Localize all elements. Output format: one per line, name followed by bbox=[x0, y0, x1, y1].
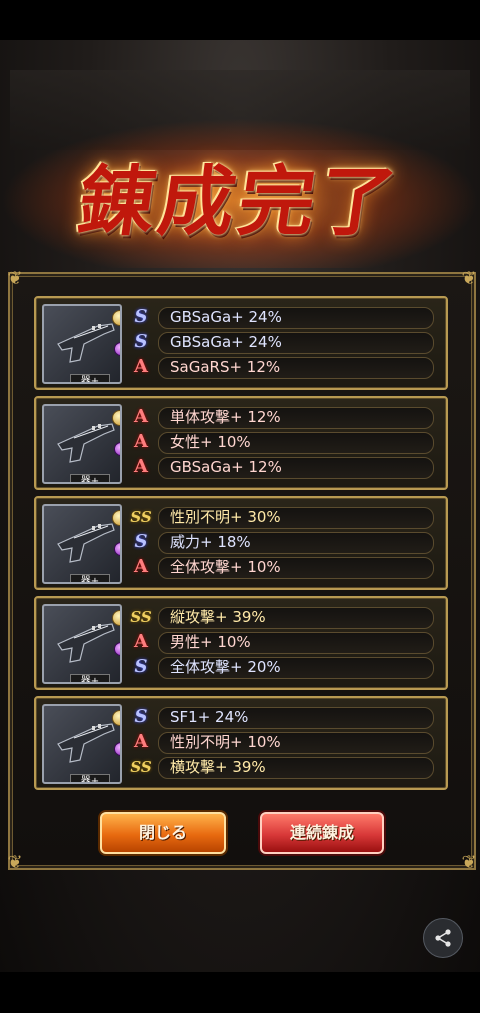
weapon-result-card: 器+ SS 縦攻撃+ 39% A 男性+ 10% S 全体攻撃+ 20% bbox=[34, 596, 448, 690]
bonus-row: A 単体攻撃+ 12% bbox=[130, 406, 434, 429]
bonus-text: 縦攻撃+ 39% bbox=[170, 608, 266, 626]
bonus-row: A SaGaRS+ 12% bbox=[130, 356, 434, 379]
weapon-result-card: 器+ A 単体攻撃+ 12% A 女性+ 10% A GBSaGa+ 12% bbox=[34, 396, 448, 490]
bonus-text: 威力+ 18% bbox=[170, 533, 251, 551]
bonus-text: SF1+ 24% bbox=[170, 708, 249, 726]
rank-badge-icon: S bbox=[134, 531, 148, 552]
rank-badge-icon: SS bbox=[130, 608, 152, 626]
bonus-row: SS 縦攻撃+ 39% bbox=[130, 606, 434, 629]
bonus-text: 性別不明+ 10% bbox=[170, 733, 281, 751]
gold-gem-icon bbox=[112, 710, 120, 726]
bonus-row: A 全体攻撃+ 10% bbox=[130, 556, 434, 579]
gold-gem-icon bbox=[112, 510, 120, 526]
bonus-row: S 威力+ 18% bbox=[130, 531, 434, 554]
bonus-row: S GBSaGa+ 24% bbox=[130, 331, 434, 354]
corner-ornament-icon: ❦ bbox=[7, 852, 23, 873]
weapon-thumbnail[interactable]: 器+ bbox=[42, 304, 122, 384]
repeat-forge-button[interactable]: 連続錬成 bbox=[260, 812, 384, 854]
bonus-text: SaGaRS+ 12% bbox=[170, 358, 281, 376]
rank-badge-icon: A bbox=[134, 406, 148, 427]
bonus-text: 全体攻撃+ 20% bbox=[170, 658, 281, 676]
bonus-row: SS 性別不明+ 30% bbox=[130, 506, 434, 529]
bonus-text: GBSaGa+ 24% bbox=[170, 333, 282, 351]
bonus-text: 単体攻撃+ 12% bbox=[170, 408, 281, 426]
rank-badge-icon: A bbox=[134, 456, 148, 477]
rank-badge-icon: S bbox=[134, 656, 148, 677]
corner-ornament-icon: ❦ bbox=[461, 268, 477, 289]
bonus-row: S GBSaGa+ 24% bbox=[130, 306, 434, 329]
weapon-result-card: 器+ SS 性別不明+ 30% S 威力+ 18% A 全体攻撃+ 10% bbox=[34, 496, 448, 590]
rank-badge-icon: A bbox=[134, 556, 148, 577]
share-icon[interactable] bbox=[423, 918, 463, 958]
bonus-text: GBSaGa+ 24% bbox=[170, 308, 282, 326]
bonus-text: 女性+ 10% bbox=[170, 433, 251, 451]
weapon-thumbnail[interactable]: 器+ bbox=[42, 704, 122, 784]
corner-ornament-icon: ❦ bbox=[7, 268, 23, 289]
weapon-thumbnail[interactable]: 器+ bbox=[42, 504, 122, 584]
purple-gem-icon bbox=[114, 342, 120, 356]
bonus-text: GBSaGa+ 12% bbox=[170, 458, 282, 476]
rank-badge-icon: A bbox=[134, 731, 148, 752]
bonus-text: 全体攻撃+ 10% bbox=[170, 558, 281, 576]
grade-label: 器+ bbox=[70, 474, 110, 482]
weapon-thumbnail[interactable]: 器+ bbox=[42, 404, 122, 484]
bonus-row: A GBSaGa+ 12% bbox=[130, 456, 434, 479]
purple-gem-icon bbox=[114, 442, 120, 456]
corner-ornament-icon: ❦ bbox=[461, 852, 477, 873]
bonus-text: 横攻撃+ 39% bbox=[170, 758, 266, 776]
rank-badge-icon: S bbox=[134, 706, 148, 727]
grade-label: 器+ bbox=[70, 774, 110, 782]
close-button[interactable]: 閉じる bbox=[100, 812, 226, 854]
bonus-row: S 全体攻撃+ 20% bbox=[130, 656, 434, 679]
purple-gem-icon bbox=[114, 742, 120, 756]
weapon-thumbnail[interactable]: 器+ bbox=[42, 604, 122, 684]
rank-badge-icon: A bbox=[134, 631, 148, 652]
rank-badge-icon: SS bbox=[130, 758, 152, 776]
rank-badge-icon: S bbox=[134, 331, 148, 352]
rank-badge-icon: S bbox=[134, 306, 148, 327]
rank-badge-icon: A bbox=[134, 431, 148, 452]
purple-gem-icon bbox=[114, 642, 120, 656]
page-title: 錬成完了 bbox=[72, 157, 406, 246]
bonus-text: 性別不明+ 30% bbox=[170, 508, 281, 526]
weapon-result-card: 器+ S SF1+ 24% A 性別不明+ 10% SS 横攻撃+ 39% bbox=[34, 696, 448, 790]
gold-gem-icon bbox=[112, 610, 120, 626]
purple-gem-icon bbox=[114, 542, 120, 556]
grade-label: 器+ bbox=[70, 674, 110, 682]
bonus-row: SS 横攻撃+ 39% bbox=[130, 756, 434, 779]
bonus-row: A 男性+ 10% bbox=[130, 631, 434, 654]
grade-label: 器+ bbox=[70, 374, 110, 382]
bonus-row: S SF1+ 24% bbox=[130, 706, 434, 729]
rank-badge-icon: A bbox=[134, 356, 148, 377]
gold-gem-icon bbox=[112, 310, 120, 326]
gold-gem-icon bbox=[112, 410, 120, 426]
bonus-text: 男性+ 10% bbox=[170, 633, 251, 651]
grade-label: 器+ bbox=[70, 574, 110, 582]
bonus-row: A 性別不明+ 10% bbox=[130, 731, 434, 754]
weapon-result-card: 器+ S GBSaGa+ 24% S GBSaGa+ 24% A SaGaRS+ 12% bbox=[34, 296, 448, 390]
bonus-row: A 女性+ 10% bbox=[130, 431, 434, 454]
rank-badge-icon: SS bbox=[130, 508, 152, 526]
